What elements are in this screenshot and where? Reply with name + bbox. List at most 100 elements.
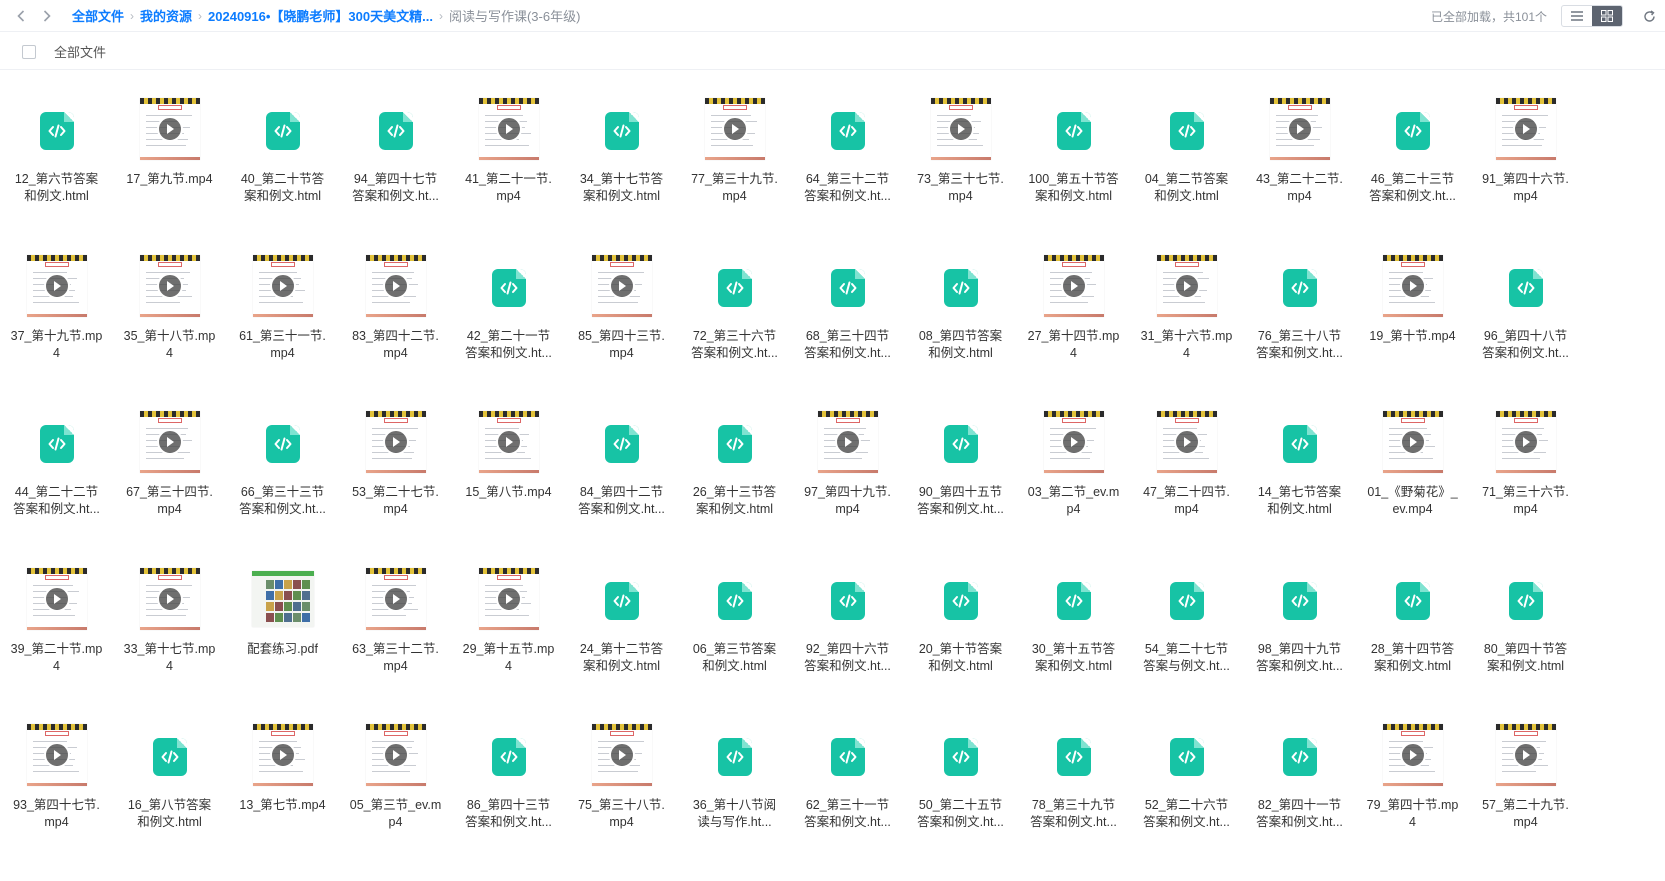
file-item[interactable]: 14_第七节答案和例文.html — [1243, 411, 1356, 568]
file-item[interactable]: 90_第四十五节答案和例文.ht... — [904, 411, 1017, 568]
file-item[interactable]: 84_第四十二节答案和例文.ht... — [565, 411, 678, 568]
refresh-button[interactable] — [1637, 4, 1661, 28]
file-item[interactable]: 92_第四十六节答案和例文.ht... — [791, 568, 904, 725]
file-item[interactable]: 79_第四十节.mp4 — [1356, 724, 1469, 881]
file-item[interactable]: 44_第二十二节答案和例文.ht... — [0, 411, 113, 568]
file-item[interactable]: 97_第四十九节.mp4 — [791, 411, 904, 568]
file-item[interactable]: 63_第三十二节.mp4 — [339, 567, 452, 725]
file-item[interactable]: 39_第二十节.mp4 — [0, 567, 113, 725]
file-item[interactable]: 05_第三节_ev.mp4 — [339, 724, 452, 881]
file-item[interactable]: 40_第二十节答案和例文.html — [226, 98, 339, 255]
file-name: 75_第三十八节.mp4 — [578, 798, 665, 829]
file-item[interactable]: 35_第十八节.mp4 — [113, 254, 226, 412]
file-item[interactable]: 83_第四十二节.mp4 — [339, 254, 452, 412]
file-item[interactable]: 76_第三十八节答案和例文.ht... — [1243, 255, 1356, 412]
file-item[interactable]: 77_第三十九节.mp4 — [678, 98, 791, 255]
file-item[interactable]: 03_第二节_ev.mp4 — [1017, 411, 1130, 568]
file-item[interactable]: 08_第四节答案和例文.html — [904, 255, 1017, 412]
file-item[interactable]: 73_第三十七节.mp4 — [904, 98, 1017, 255]
file-name: 90_第四十五节答案和例文.ht... — [917, 485, 1004, 516]
breadcrumb-course-folder[interactable]: 20240916•【晓鹏老师】300天美文精... — [208, 6, 433, 25]
html-file-icon — [604, 581, 639, 620]
file-item[interactable]: 94_第四十七节答案和例文.ht... — [339, 98, 452, 255]
file-item[interactable]: 54_第二十七节答案与例文.ht... — [1130, 568, 1243, 725]
list-view-button[interactable] — [1562, 6, 1592, 26]
file-item[interactable]: 98_第四十九节答案和例文.ht... — [1243, 568, 1356, 725]
file-item[interactable]: 62_第三十一节答案和例文.ht... — [791, 724, 904, 881]
select-all-checkbox[interactable] — [22, 44, 36, 59]
file-item[interactable]: 06_第三节答案和例文.html — [678, 568, 791, 725]
play-icon — [1060, 272, 1087, 299]
back-button[interactable] — [8, 3, 34, 29]
file-item[interactable]: 33_第十七节.mp4 — [113, 567, 226, 725]
file-item[interactable]: 71_第三十六节.mp4 — [1469, 411, 1582, 568]
file-item[interactable]: 43_第二十二节.mp4 — [1243, 98, 1356, 255]
file-item[interactable]: 86_第四十三节答案和例文.ht... — [452, 724, 565, 881]
file-item[interactable]: 64_第三十二节答案和例文.ht... — [791, 98, 904, 255]
forward-button[interactable] — [34, 3, 60, 29]
file-item[interactable]: 13_第七节.mp4 — [226, 724, 339, 881]
file-item[interactable]: 80_第四十节答案和例文.html — [1469, 568, 1582, 725]
file-item[interactable]: 12_第六节答案和例文.html — [0, 98, 113, 255]
file-item[interactable]: 93_第四十七节.mp4 — [0, 724, 113, 881]
file-item[interactable]: 82_第四十一节答案和例文.ht... — [1243, 724, 1356, 881]
file-item[interactable]: 46_第二十三节答案和例文.ht... — [1356, 98, 1469, 255]
file-item[interactable]: 31_第十六节.mp4 — [1130, 254, 1243, 412]
html-file-thumbnail — [252, 411, 314, 473]
file-item[interactable]: 24_第十二节答案和例文.html — [565, 568, 678, 725]
file-item[interactable]: 01_《野菊花》_ev.mp4 — [1356, 411, 1469, 568]
file-name: 43_第二十二节.mp4 — [1256, 172, 1343, 203]
file-name: 39_第二十节.mp4 — [10, 641, 103, 673]
file-item[interactable]: 96_第四十八节答案和例文.ht... — [1469, 255, 1582, 412]
file-item[interactable]: 34_第十七节答案和例文.html — [565, 98, 678, 255]
file-item[interactable]: 61_第三十一节.mp4 — [226, 254, 339, 412]
breadcrumb-all-files[interactable]: 全部文件 — [72, 6, 124, 25]
html-file-thumbnail — [365, 98, 427, 160]
file-item[interactable]: 52_第二十六节答案和例文.ht... — [1130, 724, 1243, 881]
html-file-icon — [943, 581, 978, 620]
file-item[interactable]: 53_第二十七节.mp4 — [339, 411, 452, 568]
file-item[interactable]: 15_第八节.mp4 — [452, 411, 565, 568]
video-file-thumbnail — [704, 98, 766, 160]
file-item[interactable]: 66_第三十三节答案和例文.ht... — [226, 411, 339, 568]
file-item[interactable]: 19_第十节.mp4 — [1356, 254, 1469, 412]
file-item[interactable]: 36_第十八节阅读与写作.ht... — [678, 724, 791, 881]
file-item[interactable]: 17_第九节.mp4 — [113, 98, 226, 255]
file-item[interactable]: 57_第二十九节.mp4 — [1469, 724, 1582, 881]
html-file-thumbnail — [1495, 568, 1557, 630]
file-item[interactable]: 78_第三十九节答案和例文.ht... — [1017, 724, 1130, 881]
video-preview — [1382, 411, 1443, 473]
file-name: 37_第十九节.mp4 — [10, 328, 103, 360]
file-item[interactable]: 42_第二十一节答案和例文.ht... — [452, 255, 565, 412]
file-name: 34_第十七节答案和例文.html — [579, 172, 664, 203]
file-name: 68_第三十四节答案和例文.ht... — [804, 328, 891, 360]
video-preview — [1269, 98, 1330, 160]
file-item[interactable]: 67_第三十四节.mp4 — [113, 411, 226, 568]
play-icon — [834, 429, 861, 455]
file-item[interactable]: 91_第四十六节.mp4 — [1469, 98, 1582, 255]
file-item[interactable]: 50_第二十五节答案和例文.ht... — [904, 724, 1017, 881]
file-item[interactable]: 29_第十五节.mp4 — [452, 567, 565, 725]
video-preview — [591, 724, 652, 786]
file-item[interactable]: 41_第二十一节.mp4 — [452, 98, 565, 255]
file-name: 83_第四十二节.mp4 — [352, 328, 439, 360]
file-item[interactable]: 27_第十四节.mp4 — [1017, 254, 1130, 412]
file-item[interactable]: 配套练习.pdf — [226, 568, 339, 725]
file-item[interactable]: 26_第十三节答案和例文.html — [678, 411, 791, 568]
file-item[interactable]: 68_第三十四节答案和例文.ht... — [791, 255, 904, 412]
video-preview — [365, 411, 426, 473]
video-file-thumbnail — [1156, 411, 1218, 473]
file-item[interactable]: 30_第十五节答案和例文.html — [1017, 568, 1130, 725]
file-item[interactable]: 85_第四十三节.mp4 — [565, 254, 678, 412]
file-item[interactable]: 47_第二十四节.mp4 — [1130, 411, 1243, 568]
file-item[interactable]: 37_第十九节.mp4 — [0, 254, 113, 412]
file-item[interactable]: 75_第三十八节.mp4 — [565, 724, 678, 881]
file-item[interactable]: 16_第八节答案和例文.html — [113, 724, 226, 881]
grid-view-button[interactable] — [1592, 6, 1622, 26]
file-item[interactable]: 04_第二节答案和例文.html — [1130, 98, 1243, 255]
file-item[interactable]: 72_第三十六节答案和例文.ht... — [678, 255, 791, 412]
file-item[interactable]: 20_第十节答案和例文.html — [904, 568, 1017, 725]
file-item[interactable]: 100_第五十节答案和例文.html — [1017, 98, 1130, 255]
breadcrumb-my-resources[interactable]: 我的资源 — [140, 6, 192, 25]
file-item[interactable]: 28_第十四节答案和例文.html — [1356, 568, 1469, 725]
